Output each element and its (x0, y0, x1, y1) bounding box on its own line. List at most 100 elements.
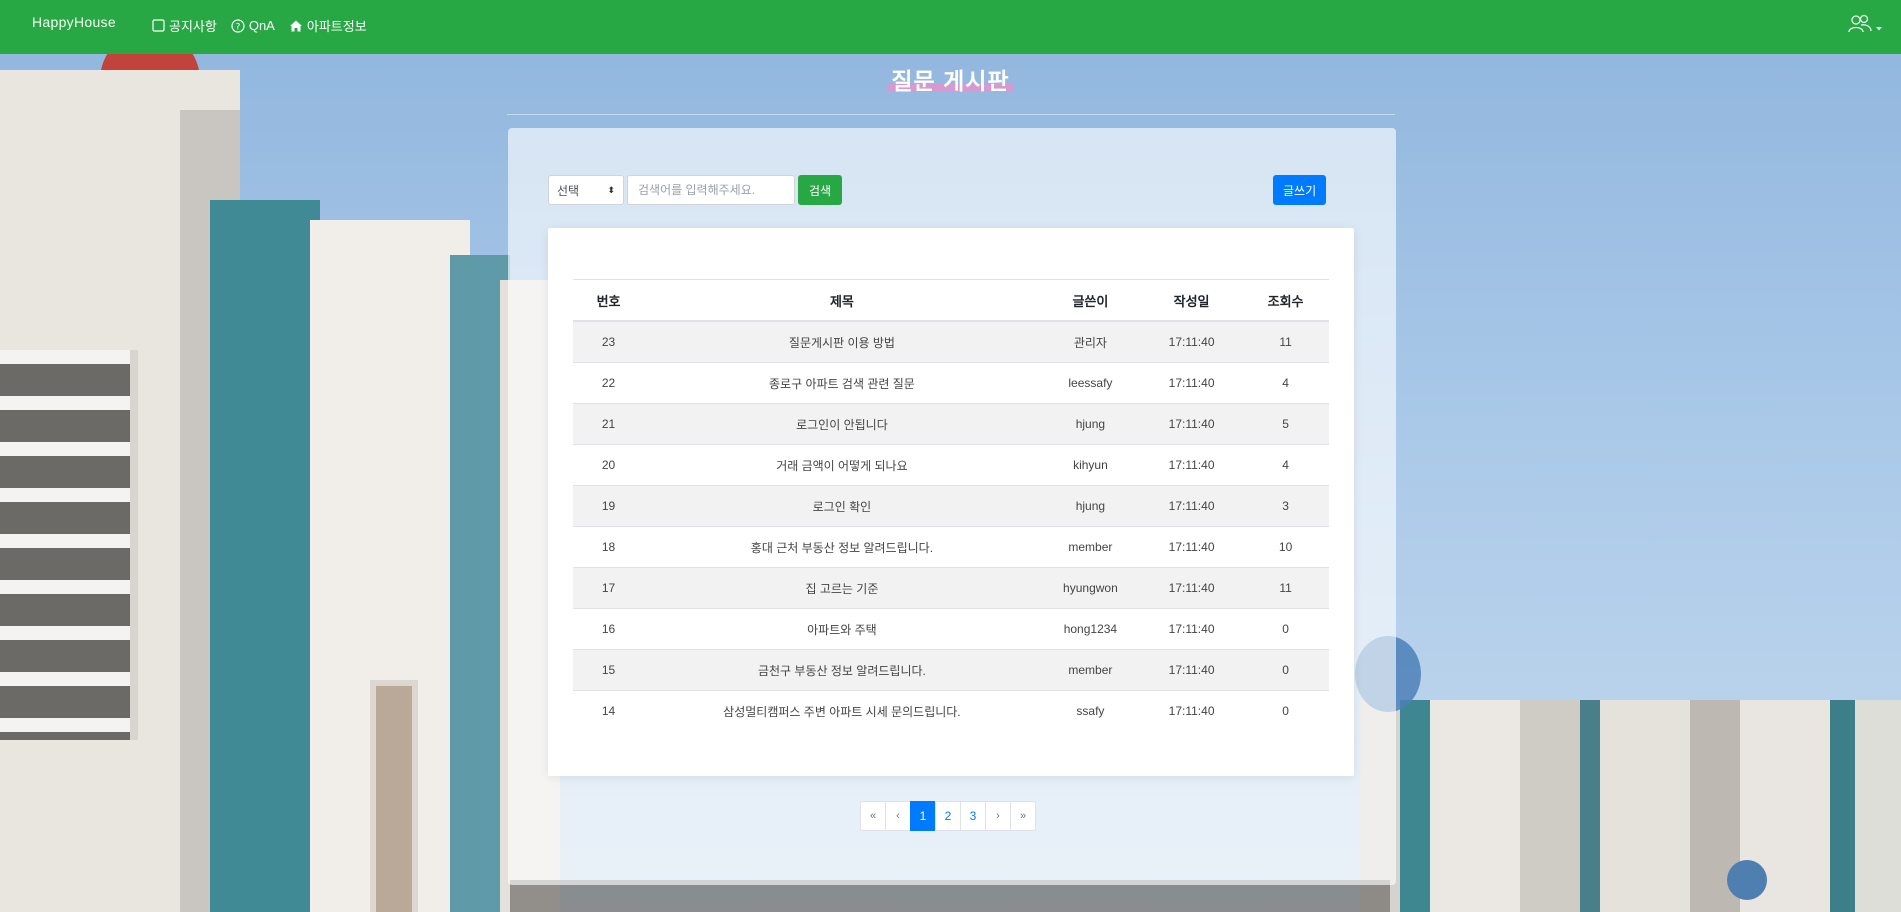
search-input[interactable] (627, 175, 795, 205)
house-icon (289, 19, 303, 33)
cell-author: kihyun (1039, 444, 1142, 486)
nav-link-notice[interactable]: 공지사항 (152, 16, 217, 35)
cell-date: 17:11:40 (1141, 608, 1243, 650)
table-row[interactable]: 15 금천구 부동산 정보 알려드립니다. member 17:11:40 0 (573, 649, 1329, 691)
cell-author: hjung (1039, 485, 1142, 527)
qna-board-panel: 선택 ⬍ 검색 글쓰기 번호 제목 글쓴이 작성일 조회수 23 질문게시판 이… (508, 128, 1396, 885)
question-circle-icon: ? (231, 18, 245, 33)
page-title: 질문 게시판 (0, 62, 1901, 96)
table-row[interactable]: 19 로그인 확인 hjung 17:11:40 3 (573, 485, 1329, 527)
search-button[interactable]: 검색 (798, 175, 843, 205)
cell-title-link[interactable]: 질문게시판 이용 방법 (644, 320, 1040, 363)
cell-number: 19 (573, 485, 645, 527)
square-icon (152, 19, 165, 32)
nav-link-label: 공지사항 (169, 19, 217, 34)
table-row[interactable]: 20 거래 금액이 어떻게 되나요 kihyun 17:11:40 4 (573, 444, 1329, 486)
cell-date: 17:11:40 (1141, 320, 1243, 363)
page-number-button[interactable]: 1 (910, 801, 936, 831)
cell-author: member (1039, 526, 1142, 568)
select-caret-icon: ⬍ (607, 184, 615, 195)
cell-number: 22 (573, 362, 645, 404)
cell-author: 관리자 (1039, 320, 1142, 363)
cell-author: leessafy (1039, 362, 1142, 404)
page-last-button[interactable]: » (1010, 801, 1036, 831)
brand-logo[interactable]: HappyHouse (32, 14, 116, 30)
nav-link-qna[interactable]: ? QnA (231, 16, 275, 35)
cell-title-link[interactable]: 금천구 부동산 정보 알려드립니다. (644, 649, 1040, 691)
cell-views: 0 (1242, 690, 1329, 731)
table-row[interactable]: 22 종로구 아파트 검색 관련 질문 leessafy 17:11:40 4 (573, 362, 1329, 404)
chevron-down-icon (1875, 17, 1883, 36)
table-row[interactable]: 14 삼성멀티캠퍼스 주변 아파트 시세 문의드립니다. ssafy 17:11… (573, 690, 1329, 731)
nav-link-label: QnA (248, 18, 275, 33)
top-navbar: HappyHouse 공지사항 ? QnA 아파트정보 (0, 0, 1901, 54)
table-row[interactable]: 21 로그인이 안됩니다 hjung 17:11:40 5 (573, 403, 1329, 445)
nav-links: 공지사항 ? QnA 아파트정보 (152, 16, 367, 35)
cell-date: 17:11:40 (1141, 403, 1243, 445)
cell-views: 11 (1242, 320, 1329, 363)
cell-author: hjung (1039, 403, 1142, 445)
pagination: « ‹ 1 2 3 › » (860, 801, 1036, 831)
cell-number: 17 (573, 567, 645, 609)
cell-views: 10 (1242, 526, 1329, 568)
header-number: 번호 (573, 279, 645, 322)
cell-title-link[interactable]: 로그인 확인 (644, 485, 1040, 527)
board-table-card: 번호 제목 글쓴이 작성일 조회수 23 질문게시판 이용 방법 관리자 17:… (548, 228, 1354, 776)
cell-author: hyungwon (1039, 567, 1142, 609)
cell-number: 18 (573, 526, 645, 568)
header-author: 글쓴이 (1039, 279, 1142, 322)
cell-author: ssafy (1039, 690, 1142, 731)
table-row[interactable]: 17 집 고르는 기준 hyungwon 17:11:40 11 (573, 567, 1329, 609)
svg-text:?: ? (235, 22, 240, 32)
user-menu-dropdown[interactable] (1847, 14, 1883, 38)
search-type-select[interactable]: 선택 ⬍ (548, 175, 624, 205)
table-header-row: 번호 제목 글쓴이 작성일 조회수 (573, 279, 1329, 322)
page-number-button[interactable]: 3 (960, 801, 986, 831)
cell-date: 17:11:40 (1141, 444, 1243, 486)
cell-views: 5 (1242, 403, 1329, 445)
table-row[interactable]: 16 아파트와 주택 hong1234 17:11:40 0 (573, 608, 1329, 650)
nav-link-apartment[interactable]: 아파트정보 (289, 16, 367, 35)
title-divider (507, 114, 1395, 115)
header-date: 작성일 (1141, 279, 1243, 322)
cell-number: 23 (573, 320, 645, 363)
table-row[interactable]: 18 홍대 근처 부동산 정보 알려드립니다. member 17:11:40 … (573, 526, 1329, 568)
cell-title-link[interactable]: 로그인이 안됩니다 (644, 403, 1040, 445)
board-table: 번호 제목 글쓴이 작성일 조회수 23 질문게시판 이용 방법 관리자 17:… (573, 279, 1329, 731)
write-post-button[interactable]: 글쓰기 (1273, 175, 1327, 205)
cell-title-link[interactable]: 홍대 근처 부동산 정보 알려드립니다. (644, 526, 1040, 568)
cell-views: 4 (1242, 362, 1329, 404)
page-first-button[interactable]: « (860, 801, 886, 831)
page-number-button[interactable]: 2 (935, 801, 961, 831)
cell-date: 17:11:40 (1141, 362, 1243, 404)
cell-number: 20 (573, 444, 645, 486)
cell-date: 17:11:40 (1141, 485, 1243, 527)
search-bar: 선택 ⬍ 검색 (548, 175, 843, 205)
cell-title-link[interactable]: 종로구 아파트 검색 관련 질문 (644, 362, 1040, 404)
cell-date: 17:11:40 (1141, 567, 1243, 609)
cell-views: 0 (1242, 649, 1329, 691)
page-prev-button[interactable]: ‹ (885, 801, 911, 831)
cell-number: 16 (573, 608, 645, 650)
cell-date: 17:11:40 (1141, 690, 1243, 731)
cell-views: 0 (1242, 608, 1329, 650)
table-row[interactable]: 23 질문게시판 이용 방법 관리자 17:11:40 11 (573, 320, 1329, 363)
page-next-button[interactable]: › (985, 801, 1011, 831)
cell-title-link[interactable]: 집 고르는 기준 (644, 567, 1040, 609)
cell-title-link[interactable]: 삼성멀티캠퍼스 주변 아파트 시세 문의드립니다. (644, 690, 1040, 731)
cell-views: 11 (1242, 567, 1329, 609)
cell-date: 17:11:40 (1141, 649, 1243, 691)
cell-number: 14 (573, 690, 645, 731)
header-views: 조회수 (1242, 279, 1329, 322)
cell-views: 4 (1242, 444, 1329, 486)
cell-number: 21 (573, 403, 645, 445)
users-icon (1847, 14, 1873, 38)
header-title: 제목 (644, 279, 1040, 322)
cell-title-link[interactable]: 아파트와 주택 (644, 608, 1040, 650)
cell-author: member (1039, 649, 1142, 691)
cell-author: hong1234 (1039, 608, 1142, 650)
cell-title-link[interactable]: 거래 금액이 어떻게 되나요 (644, 444, 1040, 486)
cell-views: 3 (1242, 485, 1329, 527)
cell-date: 17:11:40 (1141, 526, 1243, 568)
cell-number: 15 (573, 649, 645, 691)
